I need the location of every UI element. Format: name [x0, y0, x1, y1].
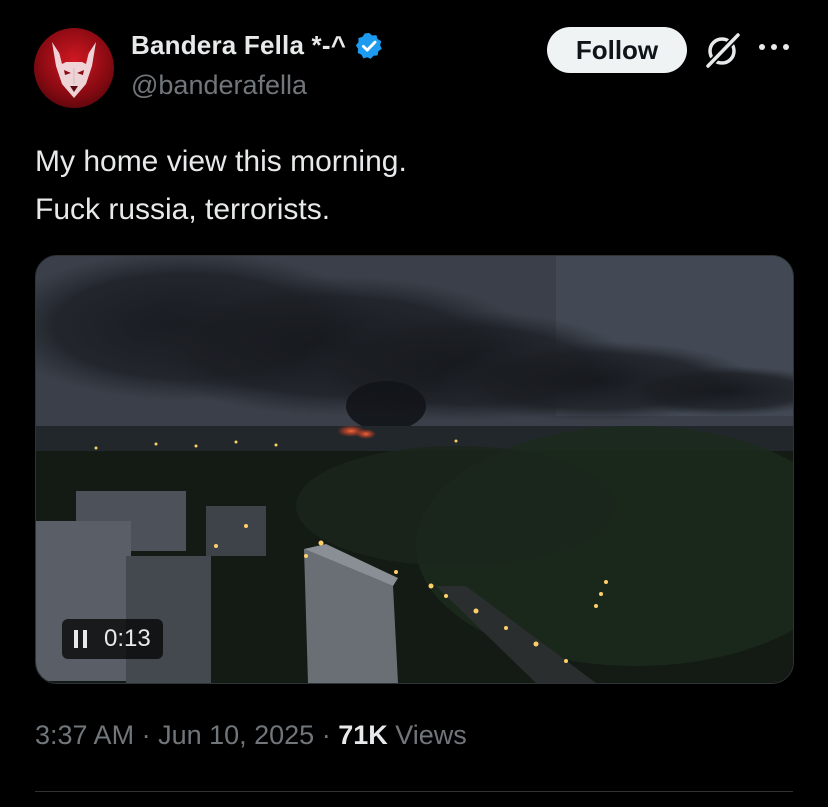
video-elapsed-time: 0:13: [104, 625, 151, 652]
author-name-row[interactable]: Bandera Fella *-^: [131, 30, 384, 61]
tweet-text-line: Fuck russia, terrorists.: [35, 193, 331, 226]
meta-separator: ·: [134, 720, 159, 750]
views-label: Views: [387, 720, 467, 750]
video-controls[interactable]: 0:13: [62, 619, 163, 659]
tweet-date[interactable]: Jun 10, 2025: [158, 720, 314, 751]
video-player[interactable]: 0:13: [35, 255, 794, 684]
more-horizontal-icon[interactable]: [757, 40, 791, 54]
tweet-text-line: My home view this morning.: [35, 145, 407, 178]
verified-badge-icon: [355, 32, 382, 59]
pause-icon[interactable]: [72, 629, 90, 649]
avatar[interactable]: [34, 28, 114, 108]
grok-icon[interactable]: [703, 30, 743, 70]
tweet-metadata: 3:37 AM · Jun 10, 2025 · 71K Views: [35, 720, 467, 751]
author-handle[interactable]: @banderafella: [131, 70, 307, 101]
divider: [35, 791, 793, 792]
fox-mask-icon: [52, 42, 96, 98]
author-display-name[interactable]: Bandera Fella *-^: [131, 30, 346, 61]
follow-button[interactable]: Follow: [547, 27, 687, 73]
tweet-time[interactable]: 3:37 AM: [35, 720, 134, 751]
tweet-text: My home view this morning. Fuck russia, …: [35, 138, 795, 234]
views-count: 71K: [338, 720, 388, 750]
meta-separator: ·: [314, 720, 339, 750]
